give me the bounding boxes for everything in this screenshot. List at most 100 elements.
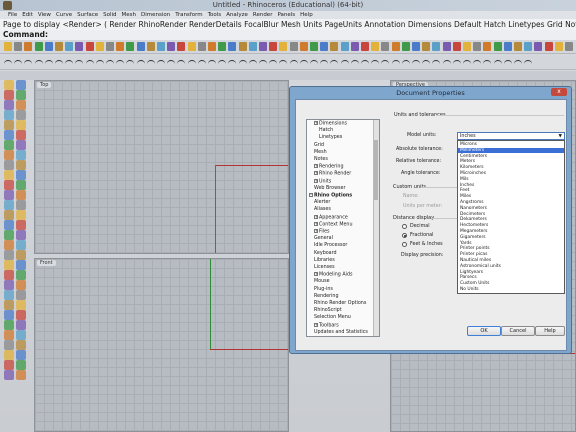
- toolbox-tool-31-icon[interactable]: [4, 230, 14, 240]
- curve-tool-27-icon[interactable]: [269, 60, 278, 66]
- toolbox-tool-24-icon[interactable]: [16, 190, 26, 200]
- curve-tool-23-icon[interactable]: [228, 60, 237, 66]
- curve-tool-39-icon[interactable]: [391, 60, 400, 66]
- toolbox-tool-51-icon[interactable]: [4, 330, 14, 340]
- unit-option[interactable]: Miles: [458, 194, 564, 199]
- unit-option[interactable]: Megameters: [458, 229, 564, 234]
- viewport-label-front[interactable]: Front: [37, 260, 56, 266]
- curve-tool-17-icon[interactable]: [167, 60, 176, 66]
- standard-tool-12-icon[interactable]: [116, 42, 125, 51]
- toolbox-tool-26-icon[interactable]: [16, 200, 26, 210]
- standard-tool-43-icon[interactable]: [432, 42, 441, 51]
- menu-item-edit[interactable]: Edit: [22, 11, 33, 19]
- standard-tool-20-icon[interactable]: [197, 42, 206, 51]
- unit-option[interactable]: Hectometers: [458, 223, 564, 228]
- toolbox-tool-2-icon[interactable]: [16, 80, 26, 90]
- toolbox-tool-44-icon[interactable]: [16, 290, 26, 300]
- unit-option[interactable]: Microns: [458, 142, 564, 147]
- menu-item-render[interactable]: Render: [253, 11, 273, 19]
- toolbox-tool-11-icon[interactable]: [4, 130, 14, 140]
- curve-tool-44-icon[interactable]: [442, 60, 451, 66]
- standard-tool-26-icon[interactable]: [259, 42, 267, 51]
- standard-tool-9-icon[interactable]: [85, 42, 94, 51]
- front-viewport[interactable]: Front: [34, 258, 289, 432]
- standard-tool-32-icon[interactable]: [320, 42, 329, 51]
- model-units-select[interactable]: Inches ▼: [457, 132, 565, 140]
- curve-tool-36-icon[interactable]: [361, 60, 369, 66]
- curve-tool-41-icon[interactable]: [412, 60, 420, 66]
- curve-tool-21-icon[interactable]: [208, 60, 216, 66]
- tree-node[interactable]: Notes: [314, 157, 328, 163]
- tree-node[interactable]: +Appearance: [314, 214, 348, 222]
- standard-tool-56-icon[interactable]: [565, 42, 573, 51]
- unit-option[interactable]: Millimeters: [458, 147, 564, 154]
- toolbox-tool-30-icon[interactable]: [16, 220, 26, 230]
- curve-tool-30-icon[interactable]: [299, 60, 308, 66]
- toolbox-tool-50-icon[interactable]: [16, 320, 26, 330]
- toolbox-tool-48-icon[interactable]: [16, 310, 26, 320]
- standard-tool-10-icon[interactable]: [95, 42, 104, 51]
- curve-tool-16-icon[interactable]: [157, 60, 165, 66]
- curve-tool-48-icon[interactable]: [483, 60, 492, 66]
- standard-tool-28-icon[interactable]: [279, 42, 288, 51]
- curve-tool-20-icon[interactable]: [197, 60, 206, 66]
- curve-tool-25-icon[interactable]: [248, 60, 257, 66]
- fractional-radio[interactable]: [402, 233, 407, 238]
- standard-tool-8-icon[interactable]: [75, 42, 84, 51]
- standard-tool-52-icon[interactable]: [524, 42, 533, 51]
- unit-option[interactable]: Meters: [458, 159, 564, 164]
- standard-tool-54-icon[interactable]: [544, 42, 553, 51]
- curve-tool-33-icon[interactable]: [330, 60, 339, 66]
- tree-node[interactable]: - Rhino Options: [309, 193, 352, 200]
- curve-tool-45-icon[interactable]: [452, 60, 461, 66]
- standard-tool-41-icon[interactable]: [412, 42, 420, 51]
- standard-tool-11-icon[interactable]: [106, 42, 114, 51]
- curve-tool-52-icon[interactable]: [524, 60, 533, 66]
- standard-tool-6-icon[interactable]: [55, 42, 63, 51]
- standard-tool-27-icon[interactable]: [269, 42, 278, 51]
- standard-tool-42-icon[interactable]: [422, 42, 431, 51]
- standard-tool-13-icon[interactable]: [126, 42, 135, 51]
- unit-option[interactable]: Printer points: [458, 246, 564, 251]
- toolbox-tool-18-icon[interactable]: [16, 160, 26, 170]
- curve-tool-32-icon[interactable]: [320, 60, 329, 66]
- unit-option[interactable]: Feet: [458, 188, 564, 193]
- tree-node[interactable]: RhinoScript: [314, 308, 342, 314]
- standard-tool-19-icon[interactable]: [187, 42, 196, 51]
- unit-option[interactable]: Astronomical units: [458, 264, 564, 269]
- toolbox-tool-10-icon[interactable]: [16, 120, 26, 130]
- standard-tool-23-icon[interactable]: [228, 42, 237, 51]
- tree-node[interactable]: +Rendering: [314, 164, 344, 171]
- menu-item-help[interactable]: Help: [300, 11, 313, 19]
- toolbox-tool-17-icon[interactable]: [4, 160, 14, 170]
- toolbox-tool-58-icon[interactable]: [16, 360, 26, 370]
- toolbox-tool-40-icon[interactable]: [16, 270, 26, 280]
- toolbox-tool-7-icon[interactable]: [4, 110, 14, 120]
- standard-tool-15-icon[interactable]: [146, 42, 155, 51]
- curve-tool-34-icon[interactable]: [340, 60, 349, 66]
- standard-tool-36-icon[interactable]: [361, 42, 369, 51]
- expand-icon[interactable]: +: [314, 164, 318, 169]
- expand-icon[interactable]: +: [314, 221, 318, 226]
- tree-node[interactable]: Mesh: [314, 150, 327, 156]
- standard-tool-44-icon[interactable]: [442, 42, 451, 51]
- tree-node[interactable]: Idle Processor: [314, 243, 347, 249]
- standard-tool-35-icon[interactable]: [350, 42, 359, 51]
- menu-item-mesh[interactable]: Mesh: [122, 11, 136, 19]
- toolbox-tool-47-icon[interactable]: [4, 310, 14, 320]
- unit-option[interactable]: Angstroms: [458, 200, 564, 205]
- toolbox-tool-34-icon[interactable]: [16, 240, 26, 250]
- standard-tool-33-icon[interactable]: [330, 42, 339, 51]
- toolbox-tool-21-icon[interactable]: [4, 180, 14, 190]
- toolbox-tool-9-icon[interactable]: [4, 120, 14, 130]
- unit-option[interactable]: Parsecs: [458, 275, 564, 280]
- standard-tool-5-icon[interactable]: [44, 42, 53, 51]
- standard-tool-55-icon[interactable]: [554, 42, 563, 51]
- unit-option[interactable]: Printer picas: [458, 252, 564, 257]
- tree-node[interactable]: Updates and Statistics: [314, 330, 368, 336]
- toolbox-tool-19-icon[interactable]: [4, 170, 14, 180]
- toolbox-tool-45-icon[interactable]: [4, 300, 14, 310]
- toolbox-tool-39-icon[interactable]: [4, 270, 14, 280]
- help-button[interactable]: Help: [535, 326, 565, 336]
- curve-tool-5-icon[interactable]: [44, 60, 53, 66]
